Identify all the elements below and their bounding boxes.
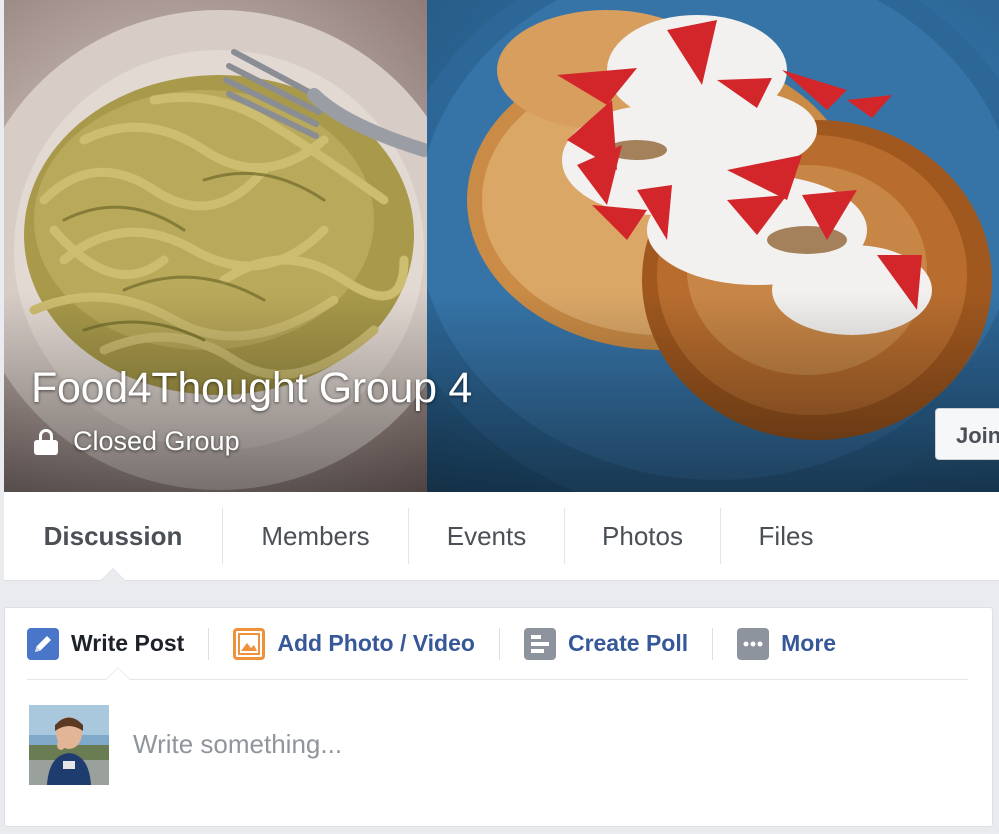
write-post-button[interactable]: Write Post <box>27 627 185 660</box>
action-divider <box>208 627 210 660</box>
avatar[interactable] <box>29 705 109 785</box>
pencil-icon <box>27 627 59 660</box>
action-divider <box>712 627 714 660</box>
join-group-button[interactable]: Join Group <box>935 408 999 460</box>
group-name[interactable]: Food4Thought Group 4 <box>31 364 472 413</box>
more-label: More <box>781 630 837 656</box>
group-tabs: Discussion Members Events Photos Files <box>4 492 999 581</box>
lock-icon <box>34 428 58 455</box>
active-action-indicator <box>105 667 131 680</box>
composer-actions: Write Post Add Photo / Video Create Poll… <box>27 608 968 680</box>
write-post-label: Write Post <box>71 630 185 656</box>
create-poll-label: Create Poll <box>567 630 689 656</box>
tab-files[interactable]: Files <box>721 492 851 581</box>
more-button[interactable]: More <box>737 627 837 660</box>
post-composer: Write Post Add Photo / Video Create Poll… <box>4 607 993 827</box>
add-photo-video-label: Add Photo / Video <box>277 630 475 656</box>
add-photo-video-button[interactable]: Add Photo / Video <box>233 627 475 660</box>
poll-icon <box>523 627 556 660</box>
photo-icon <box>233 627 266 660</box>
group-cover-photo[interactable] <box>4 0 999 492</box>
tab-events[interactable]: Events <box>409 492 564 581</box>
privacy-label: Closed Group <box>73 426 240 456</box>
active-tab-indicator <box>100 568 126 581</box>
tab-members[interactable]: Members <box>223 492 408 581</box>
write-something-input[interactable] <box>133 724 953 764</box>
tab-photos[interactable]: Photos <box>565 492 720 581</box>
more-dots-icon <box>737 627 770 660</box>
action-divider <box>498 627 500 660</box>
create-poll-button[interactable]: Create Poll <box>523 627 689 660</box>
group-privacy: Closed Group <box>34 426 240 457</box>
